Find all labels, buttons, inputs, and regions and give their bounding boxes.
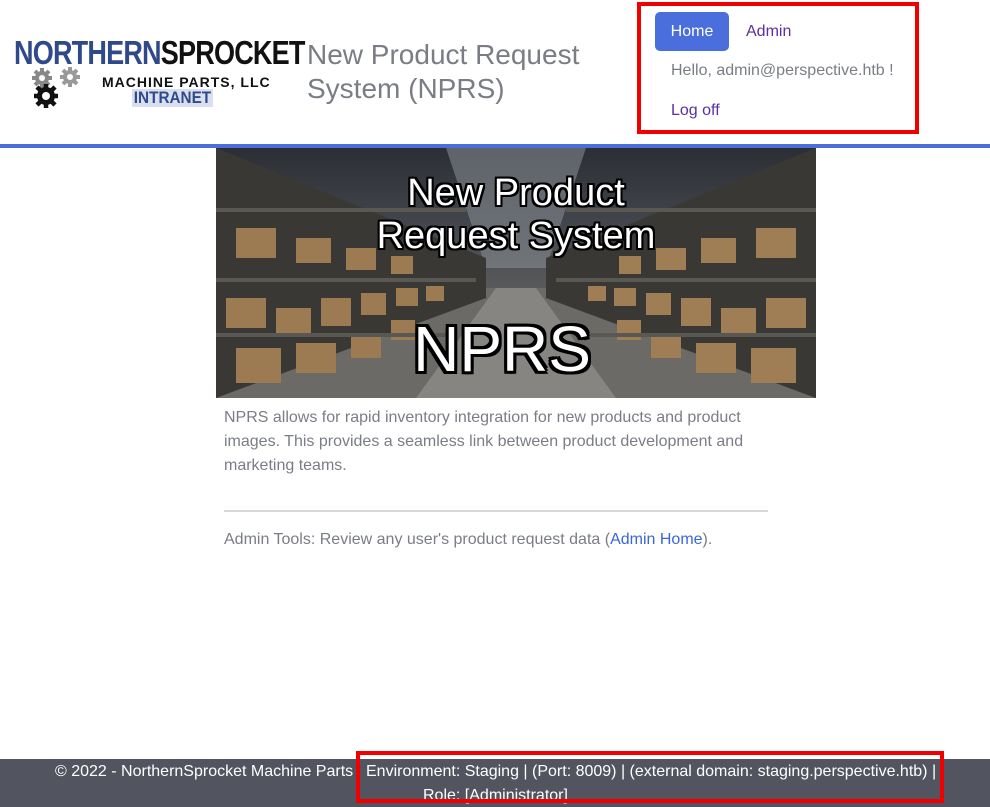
nav-home-button[interactable]: Home [655, 12, 729, 51]
admin-tools-text: Admin Tools: Review any user's product r… [224, 531, 713, 548]
nprs-description: NPRS allows for rapid inventory integrat… [224, 409, 744, 474]
divider [224, 510, 768, 512]
hero-banner: New Product Request System NPRS [216, 148, 816, 398]
site-title[interactable]: New Product Request System (NPRS) [307, 38, 607, 106]
gears-icon [32, 67, 80, 108]
hero-title: New Product Request System [376, 172, 656, 257]
nav-admin-link[interactable]: Admin [746, 12, 791, 51]
logoff-link[interactable]: Log off [671, 102, 720, 120]
user-greeting[interactable]: Hello, admin@perspective.htb ! [671, 62, 894, 80]
admin-home-link[interactable]: Admin Home [610, 531, 702, 548]
company-logo[interactable]: NORTHERNSPROCKET MACHINE PARTS, LLC INTR… [12, 34, 305, 110]
environment-highlight-box [356, 751, 944, 803]
copyright-text: © 2022 - NorthernSprocket Machine Parts [55, 763, 354, 780]
hero-acronym: NPRS [413, 313, 591, 385]
logo-intranet-tag: INTRANET [132, 88, 213, 107]
